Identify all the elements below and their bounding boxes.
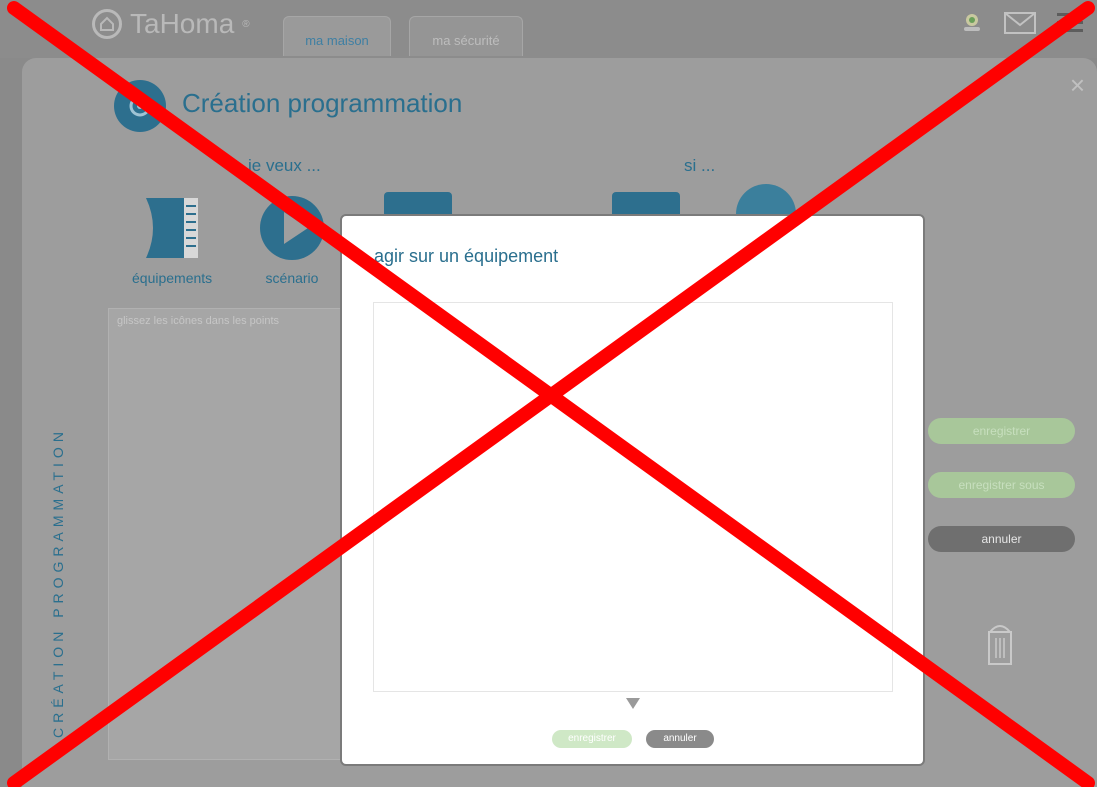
play-icon	[258, 194, 326, 262]
tool-partial-icon	[384, 192, 452, 216]
programming-icon	[114, 80, 166, 132]
condition-partial-icon	[612, 192, 680, 216]
tool-label: scénario	[265, 270, 319, 286]
vertical-label-text: CRÉATION PROGRAMMATION	[50, 427, 66, 738]
trash-icon[interactable]	[985, 618, 1015, 668]
drop-zone[interactable]: glissez les icônes dans les points	[108, 308, 350, 760]
user-icon[interactable]	[959, 10, 985, 41]
cancel-button[interactable]: annuler	[928, 526, 1075, 552]
vertical-label: CRÉATION PROGRAMMATION	[30, 298, 70, 738]
trademark: ®	[242, 18, 250, 30]
section-heading-si: si ...	[684, 156, 716, 175]
condition-partial-icon-2	[736, 184, 796, 216]
tab-label: ma maison	[305, 33, 369, 48]
mail-icon[interactable]	[1003, 10, 1037, 41]
equipment-icon	[138, 194, 206, 262]
tab-ma-maison[interactable]: ma maison	[283, 16, 391, 56]
home-icon	[92, 9, 122, 39]
save-as-button[interactable]: enregistrer sous	[928, 472, 1075, 498]
modal-title: Création programmation	[182, 88, 463, 118]
section-heading-je-veux: je veux ...	[248, 156, 321, 175]
top-bar: TaHoma ® ma maison ma sécurité	[0, 0, 1097, 58]
tool-label: équipements	[132, 270, 213, 286]
tool-equipements[interactable]: équipements	[132, 194, 212, 286]
tab-label: ma sécurité	[432, 33, 500, 48]
dialog-cancel-button[interactable]: annuler	[646, 730, 714, 748]
top-right-icons	[959, 10, 1085, 41]
app-name: TaHoma	[130, 8, 235, 39]
dialog-title: agir sur un équipement	[374, 246, 559, 266]
tool-scenario[interactable]: scénario	[258, 194, 326, 286]
app-logo[interactable]: TaHoma ®	[92, 8, 250, 40]
close-icon[interactable]: ×	[1070, 70, 1085, 101]
dialog-save-button[interactable]: enregistrer	[552, 730, 632, 748]
chevron-down-icon[interactable]	[626, 698, 640, 709]
drop-zone-hint: glissez les icônes dans les points	[117, 315, 280, 327]
menu-icon[interactable]	[1055, 10, 1085, 41]
tab-ma-securite[interactable]: ma sécurité	[409, 16, 523, 56]
save-button[interactable]: enregistrer	[928, 418, 1075, 444]
equipment-action-dialog: agir sur un équipement enregistrer annul…	[340, 214, 925, 766]
dialog-content-area[interactable]	[373, 302, 893, 692]
